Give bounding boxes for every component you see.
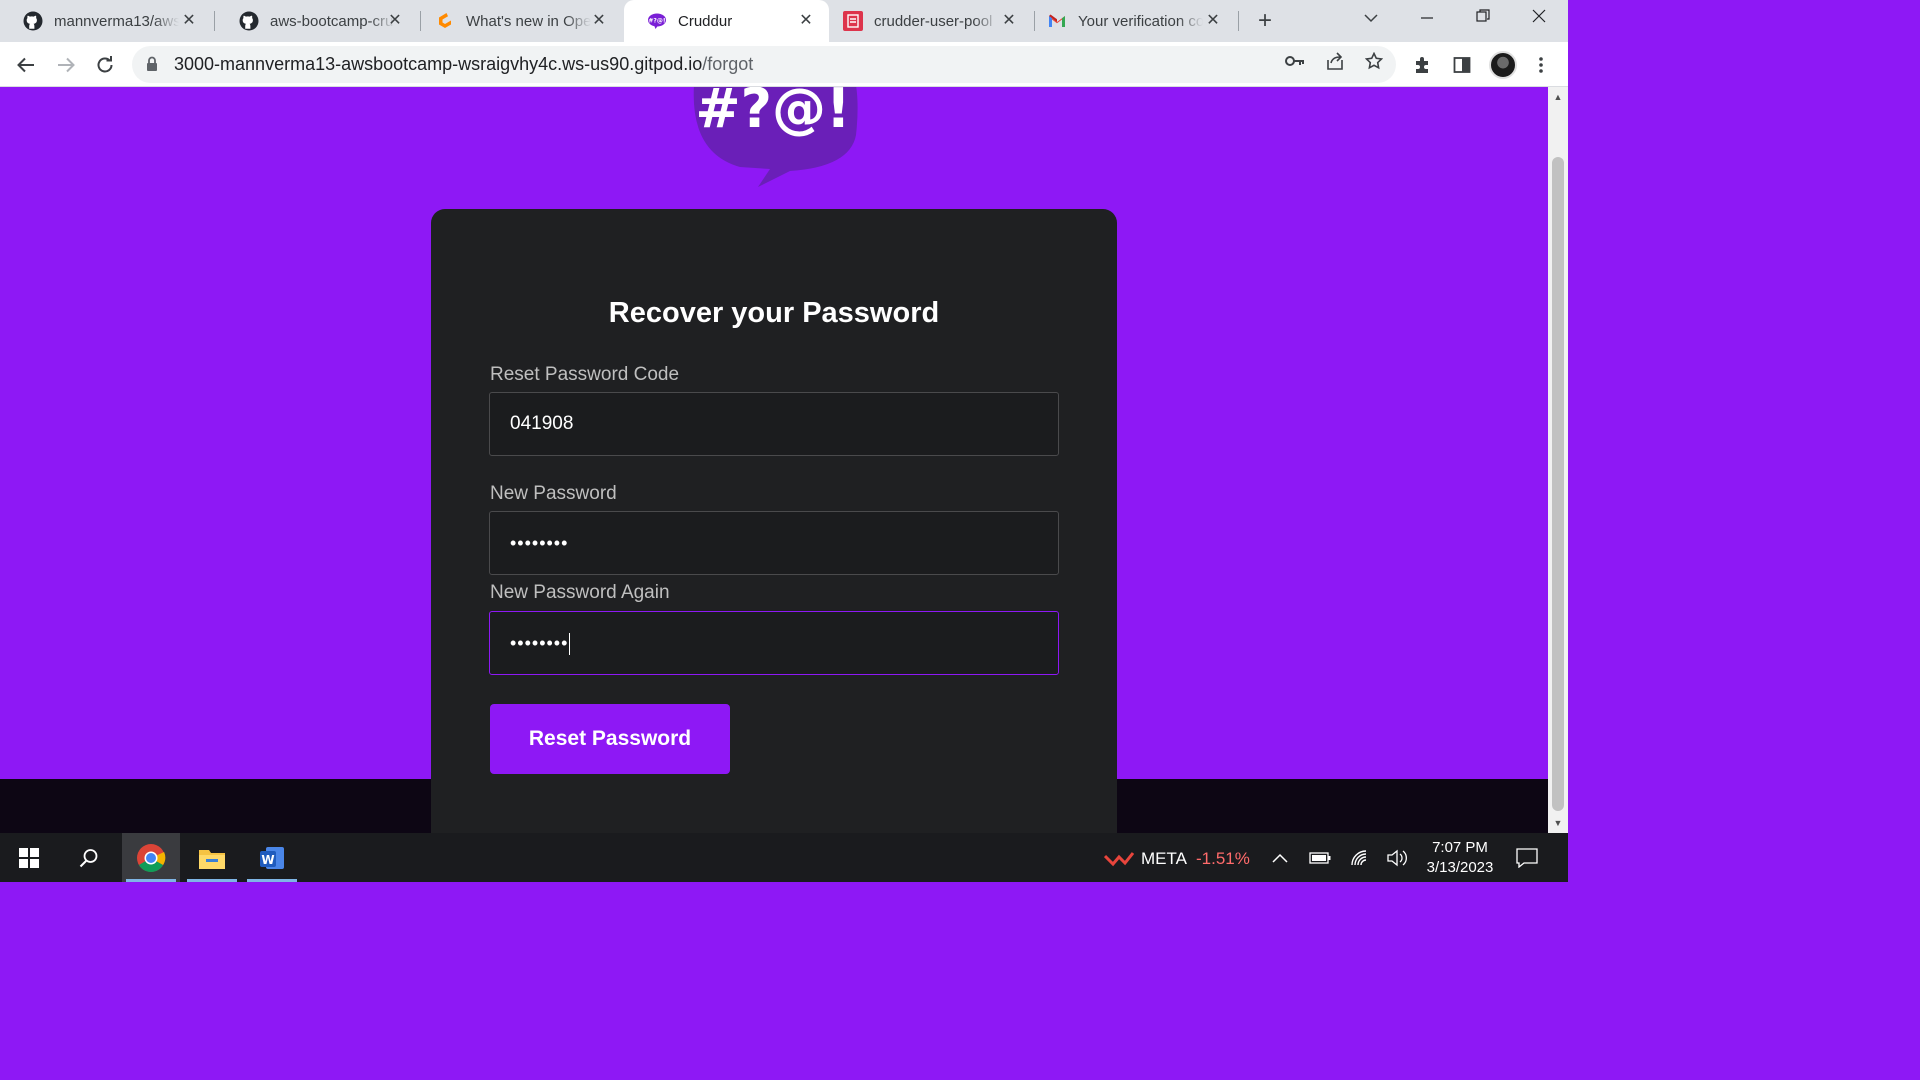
- volume-icon[interactable]: [1386, 847, 1408, 869]
- tab-github-repo[interactable]: mannverma13/aws ✕: [0, 0, 212, 42]
- browser-toolbar: 3000-mannverma13-awsbootcamp-wsraigvhy4c…: [0, 42, 1568, 87]
- reset-password-button[interactable]: Reset Password: [490, 704, 730, 774]
- url-path: /forgot: [702, 54, 754, 74]
- tab-title: What's new in Oper: [466, 12, 591, 30]
- new-password-again-value: ••••••••: [510, 633, 569, 653]
- new-password-input[interactable]: ••••••••: [489, 511, 1059, 575]
- gmail-icon: [1047, 11, 1067, 31]
- word-icon[interactable]: W: [243, 833, 301, 882]
- stock-symbol[interactable]: META: [1141, 849, 1187, 869]
- tab-github-bootcamp[interactable]: aws-bootcamp-cru ✕: [216, 0, 418, 42]
- recover-password-card: Recover your Password Reset Password Cod…: [431, 209, 1117, 833]
- battery-icon[interactable]: [1309, 847, 1331, 869]
- new-password-label: New Password: [490, 483, 617, 504]
- close-icon[interactable]: ✕: [797, 12, 815, 30]
- url-host: 3000-mannverma13-awsbootcamp-wsraigvhy4c…: [174, 54, 703, 74]
- stock-chart-icon[interactable]: [1104, 847, 1134, 869]
- url-text: 3000-mannverma13-awsbootcamp-wsraigvhy4c…: [174, 46, 753, 83]
- svg-text:W: W: [261, 853, 274, 867]
- address-bar[interactable]: 3000-mannverma13-awsbootcamp-wsraigvhy4c…: [132, 46, 1396, 83]
- close-icon[interactable]: ✕: [180, 12, 198, 30]
- reset-code-value: 041908: [510, 413, 574, 434]
- github-icon: [239, 11, 259, 31]
- text-caret: [569, 632, 571, 655]
- tab-title: crudder-user-pool: [874, 12, 993, 30]
- tab-title: Your verification co: [1078, 12, 1203, 30]
- share-icon[interactable]: [1324, 50, 1346, 72]
- wifi-icon[interactable]: [1349, 847, 1371, 869]
- lock-icon[interactable]: [146, 56, 158, 77]
- close-icon[interactable]: ✕: [1204, 12, 1222, 30]
- tab-separator: [214, 11, 215, 31]
- tab-strip: mannverma13/aws ✕ aws-bootcamp-cru ✕ Wha…: [0, 0, 1568, 42]
- reload-icon[interactable]: [91, 51, 119, 79]
- cruddur-logo: #?@!: [693, 87, 858, 187]
- open-app-indicator: [247, 879, 297, 882]
- file-explorer-icon[interactable]: [183, 833, 241, 882]
- cruddur-icon: #?@!: [647, 11, 667, 31]
- more-menu-icon[interactable]: [1527, 51, 1555, 79]
- stock-change[interactable]: -1.51%: [1196, 849, 1250, 869]
- scroll-up-icon[interactable]: ▲: [1548, 89, 1568, 105]
- close-window-button[interactable]: [1524, 6, 1554, 32]
- bookmark-star-icon[interactable]: [1363, 50, 1385, 72]
- tab-separator: [1238, 11, 1239, 31]
- reset-code-label: Reset Password Code: [490, 364, 680, 385]
- new-tab-button[interactable]: +: [1252, 8, 1278, 34]
- scroll-down-icon[interactable]: ▼: [1548, 815, 1568, 831]
- tab-gmail[interactable]: Your verification co ✕: [1024, 0, 1236, 42]
- tab-search-chevron-icon[interactable]: [1356, 6, 1386, 32]
- logo-text: #?@!: [695, 87, 850, 140]
- open-app-indicator: [187, 879, 237, 882]
- reset-code-input[interactable]: 041908: [489, 392, 1059, 456]
- notifications-icon[interactable]: [1516, 847, 1538, 869]
- clock-date: 3/13/2023: [1426, 859, 1494, 876]
- chevron-up-icon[interactable]: [1269, 847, 1291, 869]
- page-scrollbar[interactable]: ▲ ▼: [1548, 87, 1568, 833]
- extensions-puzzle-icon[interactable]: [1409, 51, 1437, 79]
- back-arrow-icon[interactable]: [12, 51, 40, 79]
- forward-arrow-icon[interactable]: [52, 51, 80, 79]
- page-title: Recover your Password: [608, 297, 940, 329]
- minimize-button[interactable]: [1412, 6, 1442, 32]
- tab-title: aws-bootcamp-cru: [270, 12, 394, 30]
- windows-start-icon[interactable]: [0, 833, 58, 882]
- tab-cruddur[interactable]: #?@! Cruddur ✕: [624, 0, 829, 42]
- close-icon[interactable]: ✕: [386, 12, 404, 30]
- tab-gitpod-news[interactable]: What's new in Oper ✕: [412, 0, 622, 42]
- key-icon[interactable]: [1284, 50, 1306, 72]
- tab-title: mannverma13/aws: [54, 12, 179, 30]
- restore-button[interactable]: [1468, 6, 1498, 32]
- profile-avatar[interactable]: [1489, 51, 1517, 79]
- close-icon[interactable]: ✕: [1000, 12, 1018, 30]
- chrome-taskbar-icon[interactable]: [122, 833, 180, 882]
- side-panel-icon[interactable]: [1448, 51, 1476, 79]
- windows-taskbar: W META -1.51% 7:07 PM 3/13/2023: [0, 833, 1568, 882]
- gitpod-icon: [435, 11, 455, 31]
- clock-time: 7:07 PM: [1432, 839, 1488, 856]
- page-viewport: #?@! Recover your Password Reset Passwor…: [0, 87, 1548, 833]
- new-password-again-input[interactable]: ••••••••: [489, 611, 1059, 675]
- new-password-value: ••••••••: [510, 533, 569, 553]
- search-icon[interactable]: [60, 833, 118, 882]
- svg-text:#?@!: #?@!: [648, 18, 665, 25]
- scrollbar-thumb[interactable]: [1552, 157, 1564, 811]
- system-clock[interactable]: 7:07 PM 3/13/2023: [1420, 838, 1500, 878]
- tab-title: Cruddur: [678, 12, 733, 30]
- aws-cognito-icon: [843, 11, 863, 31]
- tab-aws-cognito[interactable]: crudder-user-pool ✕: [820, 0, 1032, 42]
- active-app-indicator: [126, 879, 176, 882]
- close-icon[interactable]: ✕: [590, 12, 608, 30]
- new-password-again-label: New Password Again: [490, 582, 670, 603]
- github-icon: [23, 11, 43, 31]
